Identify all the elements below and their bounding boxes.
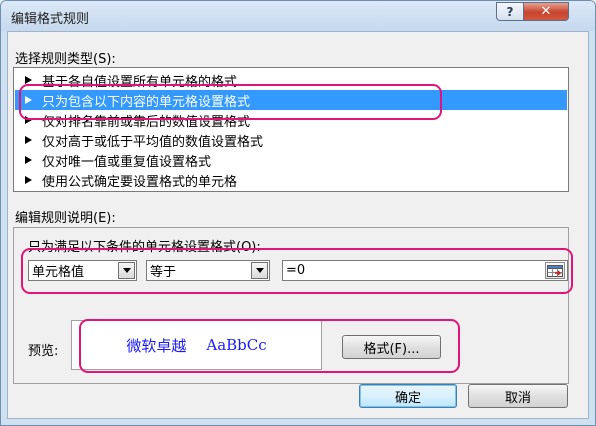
close-icon: ✕ [540,4,552,19]
format-button-label: 格式(F)... [363,341,420,357]
triangle-right-icon [25,136,32,144]
list-item-label: 仅对排名靠前或靠后的数值设置格式 [42,114,251,130]
preview-label: 预览: [28,344,59,359]
value-input[interactable]: =0 [282,260,568,281]
rule-desc-label: 编辑规则说明(E): [15,211,116,226]
help-icon: ? [506,4,514,19]
list-item-label: 基于各自值设置所有单元格的格式 [42,74,238,90]
preview-sample: 微软卓越 AaBbCc [71,320,322,370]
preview-sample-cn: 微软卓越 [126,336,187,355]
list-item[interactable]: 仅对唯一值或重复值设置格式 [15,150,567,170]
ok-button-label: 确定 [394,390,421,406]
list-item[interactable]: 只为包含以下内容的单元格设置格式 [15,90,567,110]
list-item[interactable]: 仅对排名靠前或靠后的数值设置格式 [15,110,567,130]
condition-label: 只为满足以下条件的单元格设置格式(O): [28,240,261,255]
preview-sample-en: AaBbCc [206,336,267,354]
help-button[interactable]: ? [496,2,524,21]
value-input-text: =0 [286,263,306,278]
operator-select-dropdown-button[interactable] [251,262,268,279]
close-button[interactable]: ✕ [523,2,569,21]
rule-type-label: 选择规则类型(S): [15,52,116,67]
ok-button[interactable]: 确定 [359,384,457,408]
field-select[interactable]: 单元格值 [28,260,137,281]
list-item-label: 使用公式确定要设置格式的单元格 [42,174,238,190]
list-item-label: 仅对高于或低于平均值的数值设置格式 [42,134,264,150]
range-select-button[interactable] [545,262,565,279]
range-select-icon [547,264,563,277]
field-select-value: 单元格值 [32,265,85,280]
list-item[interactable]: 基于各自值设置所有单元格的格式 [15,70,567,90]
field-select-dropdown-button[interactable] [118,262,135,279]
format-button[interactable]: 格式(F)... [342,335,441,359]
list-item[interactable]: 使用公式确定要设置格式的单元格 [15,170,567,190]
triangle-right-icon [25,176,32,184]
edit-format-rule-dialog: 编辑格式规则 ? ✕ 选择规则类型(S): 基于各自值设置所有单元格的格式 只为… [0,0,596,426]
triangle-right-icon [25,156,32,164]
list-item-label: 只为包含以下内容的单元格设置格式 [42,94,251,110]
triangle-right-icon [25,116,32,124]
triangle-right-icon [25,96,32,104]
list-item-label: 仅对唯一值或重复值设置格式 [42,154,212,170]
rule-type-list[interactable]: 基于各自值设置所有单元格的格式 只为包含以下内容的单元格设置格式 仅对排名靠前或… [13,67,569,192]
chevron-down-icon [122,268,131,273]
operator-select-value: 等于 [150,265,177,280]
cancel-button[interactable]: 取消 [468,384,568,408]
chevron-down-icon [255,268,264,273]
triangle-right-icon [25,76,32,84]
cancel-button-label: 取消 [504,390,531,406]
list-item[interactable]: 仅对高于或低于平均值的数值设置格式 [15,130,567,150]
dialog-title: 编辑格式规则 [11,12,90,27]
operator-select[interactable]: 等于 [146,260,270,281]
title-bar[interactable]: 编辑格式规则 ? ✕ [1,1,595,31]
